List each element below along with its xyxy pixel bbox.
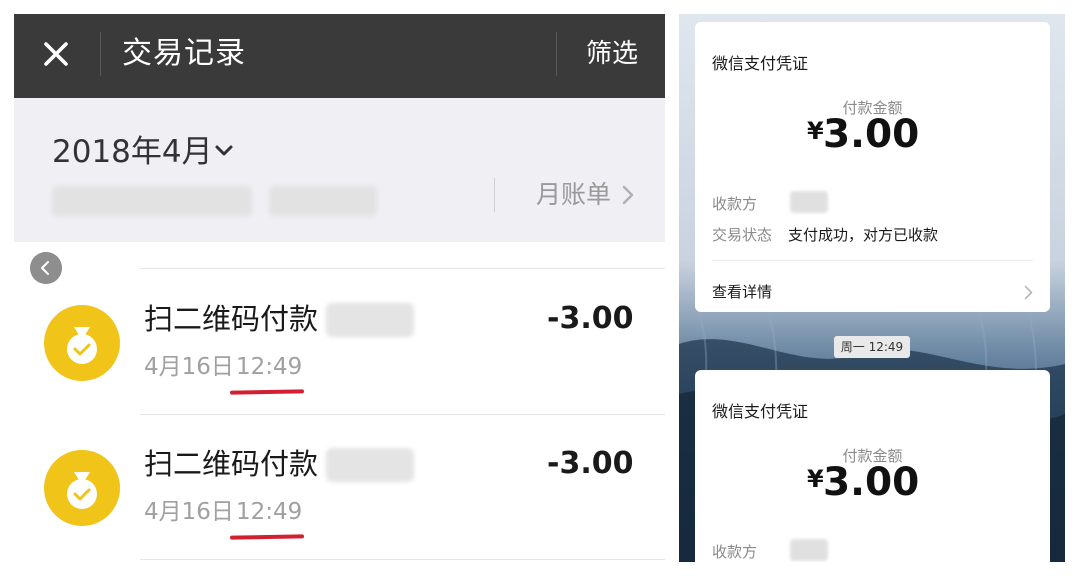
payment-voucher-card[interactable]: 微信支付凭证 付款金额 ¥ 3.00 收款方 交易状态 支付成功，对方已收款 查… (695, 22, 1050, 312)
transaction-records-screen: 交易记录 筛选 2018年4月 月账单 扫二维码付款 4月16日 12:49 -… (14, 14, 665, 576)
transaction-row[interactable]: 扫二维码付款 4月16日 12:49 -3.00 (14, 414, 665, 559)
status-value: 支付成功，对方已收款 (788, 226, 939, 244)
page-title: 交易记录 (122, 36, 246, 71)
payment-voucher-card[interactable]: 微信支付凭证 付款金额 ¥ 3.00 收款方 (695, 370, 1050, 562)
voucher-title: 微信支付凭证 (712, 54, 809, 73)
red-underline-mark (229, 389, 305, 395)
chevron-right-icon[interactable] (1024, 285, 1033, 300)
view-details-link[interactable]: 查看详情 (712, 282, 772, 302)
blurred-merchant (326, 448, 414, 482)
currency-symbol: ¥ (807, 117, 824, 145)
blurred-merchant (326, 303, 414, 337)
divider (100, 32, 101, 76)
transaction-amount: -3.00 (547, 446, 634, 481)
transaction-title: 扫二维码付款 (144, 302, 319, 336)
chevron-right-icon[interactable] (622, 185, 634, 205)
payment-amount: 3.00 (823, 460, 920, 505)
payment-voucher-chat: 微信支付凭证 付款金额 ¥ 3.00 收款方 交易状态 支付成功，对方已收款 查… (679, 14, 1065, 562)
transaction-time: 12:49 (236, 354, 303, 380)
close-icon[interactable] (36, 34, 76, 74)
transaction-time: 12:49 (236, 499, 303, 525)
blurred-payee (790, 191, 828, 213)
transaction-date: 4月16日 (144, 499, 234, 525)
monthly-bill-link[interactable]: 月账单 (536, 178, 611, 212)
blurred-summary (52, 186, 252, 216)
divider (140, 559, 665, 560)
month-selector[interactable]: 2018年4月 (52, 132, 213, 172)
payee-label: 收款方 (712, 543, 758, 561)
filter-button[interactable]: 筛选 (586, 34, 638, 74)
transaction-title: 扫二维码付款 (144, 447, 319, 481)
blurred-summary (269, 186, 377, 216)
message-timestamp: 周一 12:49 (834, 336, 910, 358)
payee-label: 收款方 (712, 195, 758, 213)
divider (556, 32, 557, 76)
chevron-down-icon[interactable] (214, 144, 234, 158)
divider (712, 260, 1033, 261)
top-bar: 交易记录 筛选 (14, 14, 665, 98)
money-bag-icon (44, 305, 120, 381)
status-label: 交易状态 (712, 226, 773, 244)
transaction-amount: -3.00 (547, 301, 634, 336)
blurred-payee (790, 539, 828, 561)
payment-amount: 3.00 (823, 112, 920, 157)
red-underline-mark (229, 534, 305, 540)
currency-symbol: ¥ (807, 465, 824, 493)
transaction-row[interactable]: 扫二维码付款 4月16日 12:49 -3.00 (14, 269, 665, 414)
transaction-date: 4月16日 (144, 354, 234, 380)
voucher-title: 微信支付凭证 (712, 402, 809, 421)
month-summary: 2018年4月 月账单 (14, 98, 665, 242)
money-bag-icon (44, 450, 120, 526)
divider (494, 178, 495, 212)
